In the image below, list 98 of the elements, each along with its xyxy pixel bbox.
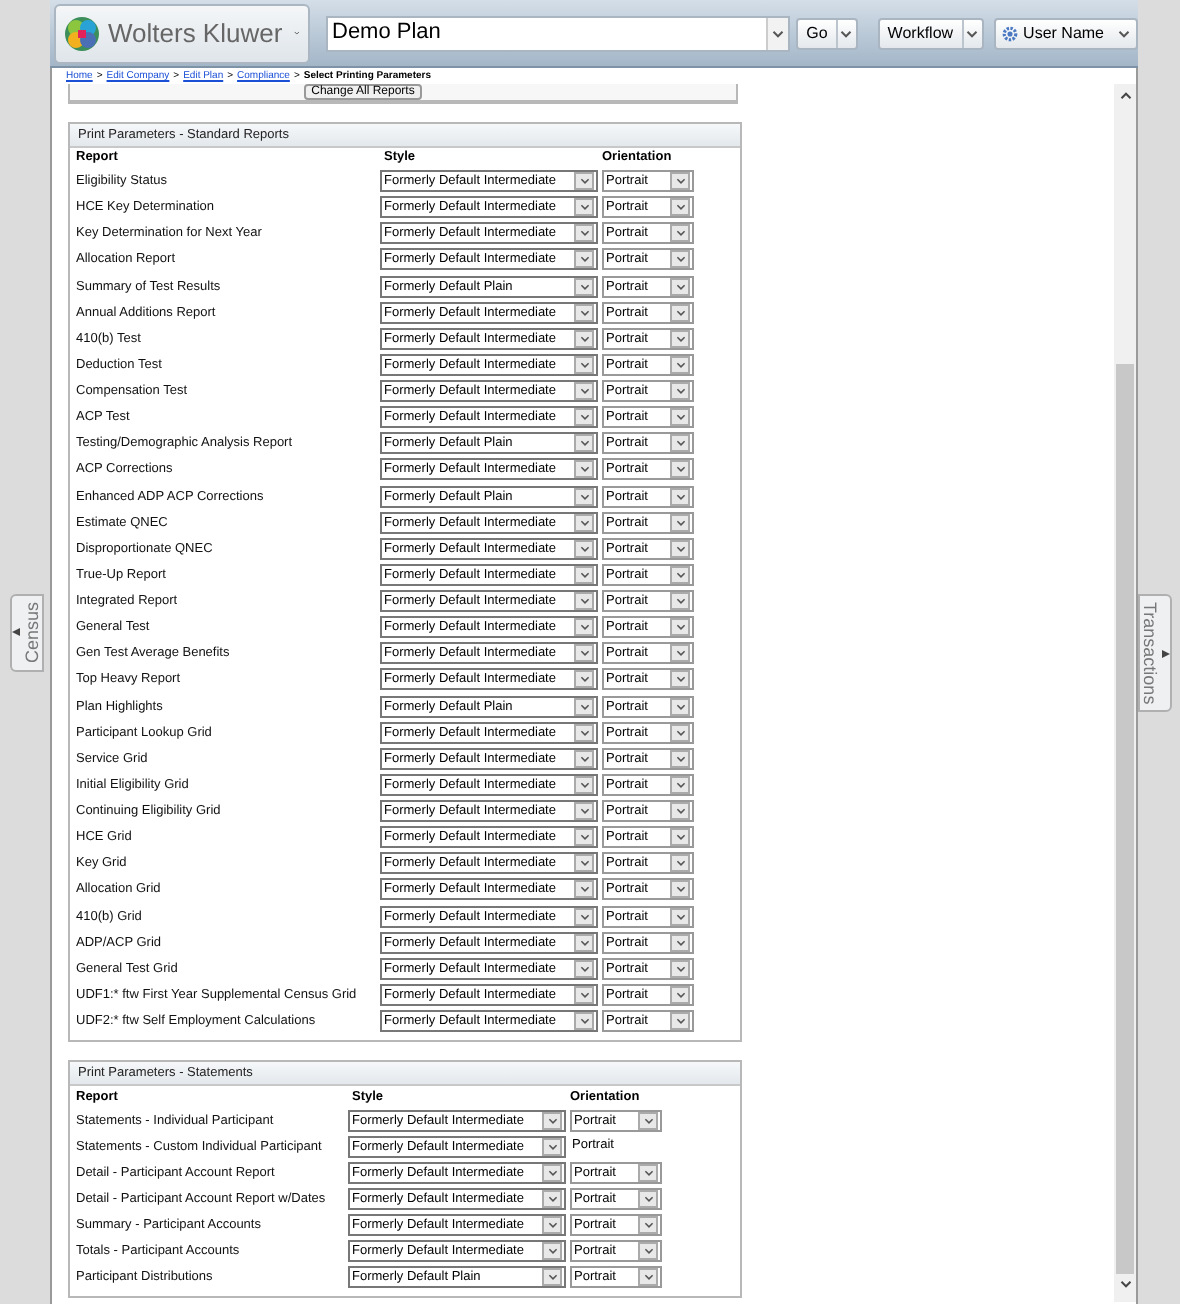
caret-icon	[547, 1196, 557, 1202]
caret-icon	[675, 886, 685, 893]
caret-icon	[579, 519, 589, 526]
caret-icon	[579, 204, 589, 211]
caret-icon	[1118, 29, 1130, 37]
caret-icon	[675, 178, 685, 185]
caret-icon	[643, 1196, 653, 1202]
caret-icon	[547, 1170, 557, 1176]
caret-icon	[579, 913, 589, 920]
caret-icon	[675, 388, 685, 395]
caret-icon	[547, 1274, 557, 1280]
caret-icon	[579, 624, 589, 631]
caret-icon	[675, 335, 685, 342]
caret-icon	[675, 860, 685, 867]
user-menu[interactable]: User Name	[993, 17, 1138, 49]
caret-icon	[643, 1170, 653, 1176]
caret-icon	[547, 1144, 557, 1150]
caret-icon	[643, 1222, 653, 1228]
caret-icon	[675, 965, 685, 972]
caret-icon	[643, 1118, 653, 1124]
caret-icon	[643, 1274, 653, 1280]
caret-icon	[547, 1118, 557, 1124]
scroll-down-icon[interactable]	[1119, 1280, 1131, 1288]
caret-icon	[579, 703, 589, 710]
caret-icon	[579, 414, 589, 421]
caret-icon	[772, 29, 785, 37]
caret-icon	[675, 624, 685, 631]
caret-icon	[675, 598, 685, 605]
caret-icon	[675, 440, 685, 447]
caret-icon	[547, 1248, 557, 1254]
caret-icon	[579, 361, 589, 368]
caret-icon	[579, 545, 589, 552]
caret-icon	[675, 493, 685, 500]
side-tab[interactable]: Transactions	[1138, 594, 1172, 713]
caret-icon	[675, 256, 685, 263]
scrollbar[interactable]	[1114, 84, 1136, 1302]
caret-icon	[675, 571, 685, 578]
gear-icon	[1001, 25, 1018, 41]
plan-field[interactable]: Demo Plan	[326, 15, 791, 51]
caret-icon	[579, 676, 589, 683]
caret-icon	[579, 729, 589, 736]
caret-icon	[675, 939, 685, 946]
go-options-button[interactable]	[835, 19, 856, 47]
caret-icon	[675, 834, 685, 841]
caret-icon	[579, 834, 589, 841]
caret-icon	[579, 886, 589, 893]
caret-icon	[579, 1018, 589, 1025]
caret-icon	[675, 913, 685, 920]
caret-icon	[675, 309, 685, 316]
caret-icon	[579, 808, 589, 815]
caret-icon	[675, 519, 685, 526]
caret-icon	[675, 650, 685, 657]
caret-icon	[579, 571, 589, 578]
caret-icon	[579, 440, 589, 447]
caret-icon	[675, 755, 685, 762]
logo-icon	[64, 15, 100, 51]
scroll-thumb[interactable]	[1116, 364, 1134, 1274]
caret-icon	[579, 256, 589, 263]
caret-icon	[579, 781, 589, 788]
caret-icon	[579, 493, 589, 500]
caret-icon	[579, 335, 589, 342]
caret-icon	[579, 965, 589, 972]
caret-icon	[675, 230, 685, 237]
caret-icon	[675, 991, 685, 998]
caret-icon	[579, 230, 589, 237]
brand-menu[interactable]: Wolters Kluwer	[54, 3, 310, 63]
caret-icon	[579, 466, 589, 473]
workflow-options-button[interactable]	[961, 19, 982, 47]
caret-icon	[840, 29, 853, 37]
caret-icon	[547, 1222, 557, 1228]
caret-icon	[675, 545, 685, 552]
caret-icon	[675, 808, 685, 815]
side-tab[interactable]: Census	[10, 594, 44, 672]
caret-icon	[579, 755, 589, 762]
caret-icon	[675, 361, 685, 368]
caret-icon	[1162, 649, 1170, 658]
caret-icon	[579, 939, 589, 946]
caret-icon	[579, 860, 589, 867]
caret-icon	[579, 598, 589, 605]
scroll-up-icon[interactable]	[1119, 92, 1131, 100]
caret-icon	[675, 703, 685, 710]
caret-icon	[675, 729, 685, 736]
caret-icon	[579, 309, 589, 316]
caret-icon	[579, 178, 589, 185]
caret-icon	[579, 388, 589, 395]
caret-icon	[675, 676, 685, 683]
caret-icon	[579, 650, 589, 657]
caret-icon	[12, 628, 20, 637]
caret-icon	[643, 1248, 653, 1254]
caret-icon	[966, 29, 979, 37]
caret-icon	[675, 283, 685, 290]
caret-icon	[579, 283, 589, 290]
caret-icon	[579, 991, 589, 998]
caret-icon	[675, 414, 685, 421]
caret-icon	[675, 466, 685, 473]
caret-icon	[675, 1018, 685, 1025]
caret-icon	[675, 204, 685, 211]
caret-icon	[675, 781, 685, 788]
